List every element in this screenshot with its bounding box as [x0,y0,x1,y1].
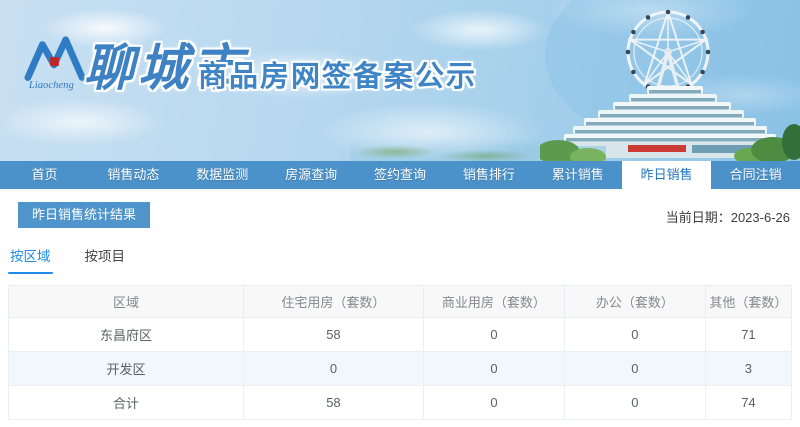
nav-item-yesterday-sales[interactable]: 昨日销售 [622,161,711,189]
nav-item-contract-cancel[interactable]: 合同注销 [711,161,800,189]
cell-value: 58 [243,386,423,420]
tab-by-region[interactable]: 按区域 [8,245,53,274]
cell-value: 0 [564,352,705,386]
current-date-label: 当前日期：2023-6-26 [666,207,790,226]
nav-item-contract-search[interactable]: 签约查询 [356,161,445,189]
cell-value: 0 [423,318,564,352]
nav-item-housing-search[interactable]: 房源查询 [267,161,356,189]
cell-value: 58 [243,318,423,352]
sales-stats-table: 区域 住宅用房（套数） 商业用房（套数） 办公（套数） 其他（套数） 东昌府区 … [8,285,792,420]
table-row-total: 合计 58 0 0 74 [9,386,792,420]
cell-value: 0 [423,386,564,420]
svg-text:Liaocheng: Liaocheng [28,80,75,91]
view-tabs: 按区域 按项目 [8,245,127,274]
tab-by-project[interactable]: 按项目 [83,245,128,274]
section-title-badge: 昨日销售统计结果 [18,202,150,228]
nav-item-home[interactable]: 首页 [0,161,89,189]
site-subtitle: 商品房网签备案公示 [198,53,477,95]
col-header-residential: 住宅用房（套数） [243,286,423,318]
col-header-commercial: 商业用房（套数） [423,286,564,318]
cell-value: 0 [423,352,564,386]
ferris-wheel-illustration [540,0,800,161]
table-row: 东昌府区 58 0 0 71 [9,318,792,352]
nav-item-sales-ranking[interactable]: 销售排行 [444,161,533,189]
cell-value: 3 [705,352,791,386]
liaocheng-logo-icon: Liaocheng [24,34,86,92]
table-header-row: 区域 住宅用房（套数） 商业用房（套数） 办公（套数） 其他（套数） [9,286,792,318]
cell-value: 74 [705,386,791,420]
nav-item-sales-dynamics[interactable]: 销售动态 [89,161,178,189]
nav-item-data-monitor[interactable]: 数据监测 [178,161,267,189]
cell-region: 开发区 [9,352,244,386]
col-header-other: 其他（套数） [705,286,791,318]
page-root: Liaocheng 聊城市 商品房网签备案公示 [0,0,800,427]
col-header-region: 区域 [9,286,244,318]
cell-value: 71 [705,318,791,352]
col-header-office: 办公（套数） [564,286,705,318]
cell-value: 0 [564,318,705,352]
cell-value: 0 [564,386,705,420]
table-row: 开发区 0 0 0 3 [9,352,792,386]
main-nav: 首页 销售动态 数据监测 房源查询 签约查询 销售排行 累计销售 昨日销售 合同… [0,161,800,189]
cell-value: 0 [243,352,423,386]
cell-region: 东昌府区 [9,318,244,352]
nav-item-total-sales[interactable]: 累计销售 [533,161,622,189]
cell-region: 合计 [9,386,244,420]
site-banner: Liaocheng 聊城市 商品房网签备案公示 [0,0,800,161]
